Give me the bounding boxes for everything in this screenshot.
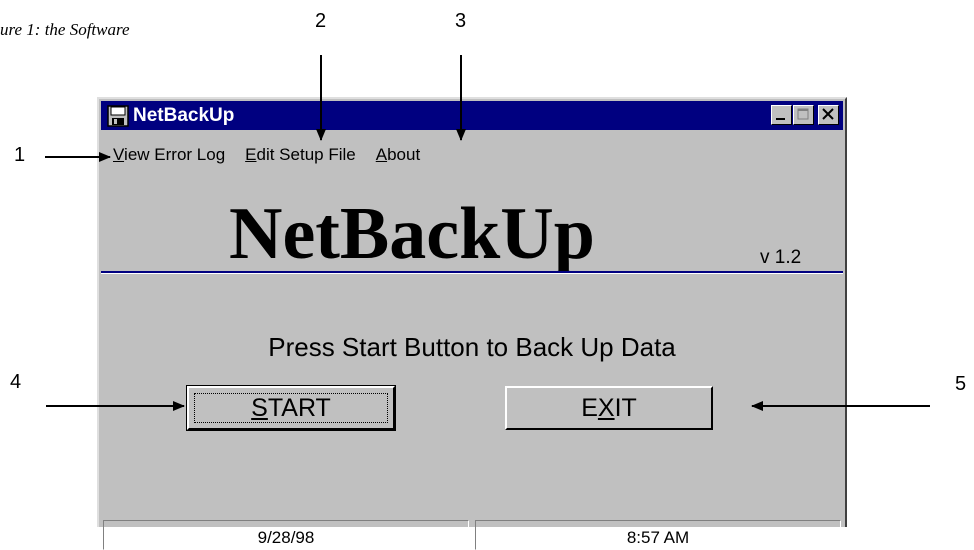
callout-arrows: [45, 55, 930, 411]
